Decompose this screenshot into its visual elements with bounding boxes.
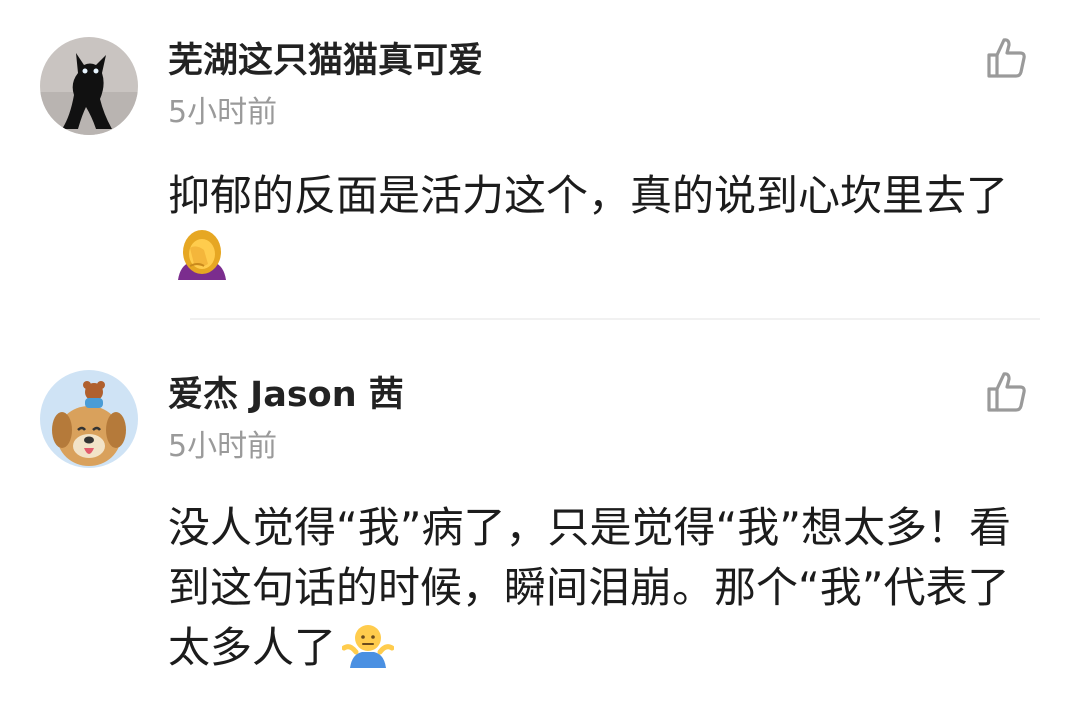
divider (190, 318, 1040, 320)
comment-item: 芜湖这只猫猫真可爱 5小时前 抑郁的反面是活力这个，真的说到心坎里去了 (0, 0, 1080, 330)
person-shrugging-emoji (341, 622, 395, 686)
thumbs-up-outline-icon (987, 38, 1026, 78)
like-button[interactable] (984, 370, 1028, 414)
smiling-dog-avatar-icon (40, 370, 138, 468)
comment-content: 没人觉得“我”病了，只是觉得“我”想太多！看到这句话的时候，瞬间泪崩。那个“我”… (168, 503, 1012, 672)
woman-facepalming-emoji (174, 226, 230, 298)
comment-text: 抑郁的反面是活力这个，真的说到心坎里去了 (168, 166, 1038, 298)
comment-item: 爱杰 Jason 茜 5小时前 没人觉得“我”病了，只是觉得“我”想太多！看到这… (0, 330, 1080, 726)
timestamp: 5小时前 (168, 95, 278, 130)
timestamp: 5小时前 (168, 429, 278, 464)
username[interactable]: 芜湖这只猫猫真可爱 (168, 44, 483, 79)
username[interactable]: 爱杰 Jason 茜 (168, 378, 404, 413)
avatar[interactable] (40, 370, 138, 468)
comment-content: 抑郁的反面是活力这个，真的说到心坎里去了 (168, 171, 1009, 220)
avatar[interactable] (40, 37, 138, 135)
like-button[interactable] (984, 36, 1028, 80)
black-cat-avatar-icon (40, 37, 138, 135)
comment-text: 没人觉得“我”病了，只是觉得“我”想太多！看到这句话的时候，瞬间泪崩。那个“我”… (168, 498, 1038, 686)
thumbs-up-outline-icon (987, 372, 1026, 412)
